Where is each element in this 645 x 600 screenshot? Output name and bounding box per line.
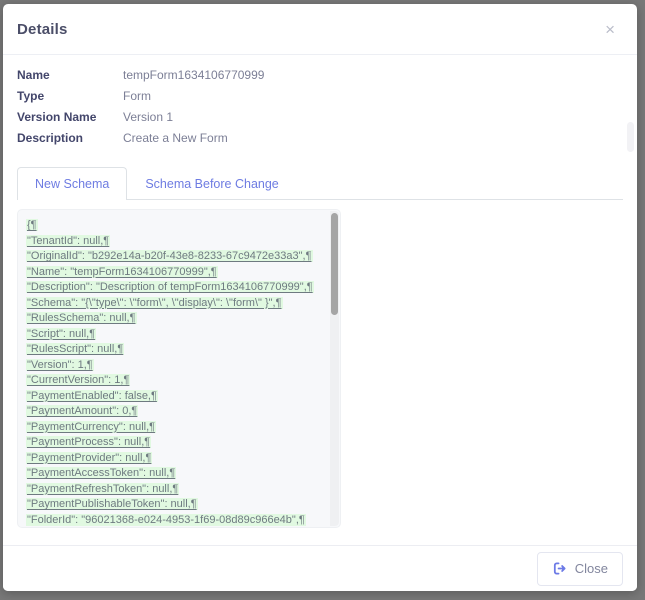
meta-row-type: Type Form	[17, 86, 623, 107]
close-button-label: Close	[575, 561, 608, 576]
meta-row-version-name: Version Name Version 1	[17, 107, 623, 128]
code-line: "CurrentVersion": 1,¶	[26, 373, 324, 389]
details-modal: Details × Name tempForm1634106770999 Typ…	[3, 4, 637, 591]
modal-footer: Close	[3, 545, 637, 591]
meta-value: Form	[123, 86, 623, 107]
meta-label: Name	[17, 65, 123, 86]
meta-value: Create a New Form	[123, 128, 623, 149]
meta-row-name: Name tempForm1634106770999	[17, 65, 623, 86]
close-icon[interactable]: ×	[601, 19, 619, 40]
code-line: "TenantId": null,¶	[26, 234, 324, 250]
code-line: {¶	[26, 218, 324, 234]
code-line: "Description": "Description of tempForm1…	[26, 280, 324, 296]
meta-value: tempForm1634106770999	[123, 65, 623, 86]
sign-out-icon	[552, 561, 567, 576]
schema-json-diff: {¶ "TenantId": null,¶ "OriginalId": "b29…	[18, 210, 340, 528]
code-scrollbar[interactable]	[330, 211, 339, 526]
code-line: "Version": 1,¶	[26, 358, 324, 374]
schema-code-panel: {¶ "TenantId": null,¶ "OriginalId": "b29…	[17, 209, 341, 528]
meta-label: Version Name	[17, 107, 123, 128]
code-line: "PaymentPublishableToken": null,¶	[26, 497, 324, 513]
code-line: "PaymentProvider": null,¶	[26, 451, 324, 467]
code-line: "OriginalId": "b292e14a-b20f-43e8-8233-6…	[26, 249, 324, 265]
page-backdrop: { "modal": { "title": "Details", "close_…	[0, 0, 645, 600]
code-scrollbar-thumb[interactable]	[331, 213, 338, 315]
modal-title: Details	[17, 21, 68, 38]
code-line: "Schema": "{\"type\": \"form\", \"displa…	[26, 296, 324, 312]
close-button[interactable]: Close	[537, 552, 623, 586]
code-line: "PaymentCurrency": null,¶	[26, 420, 324, 436]
meta-label: Type	[17, 86, 123, 107]
code-line: "RulesSchema": null,¶	[26, 311, 324, 327]
code-line: "PaymentEnabled": false,¶	[26, 389, 324, 405]
code-line: "PaymentRefreshToken": null,¶	[26, 482, 324, 498]
modal-header: Details ×	[3, 4, 637, 55]
code-line: "Script": null,¶	[26, 327, 324, 343]
code-line: "PaymentProcess": null,¶	[26, 435, 324, 451]
schema-tabs: New Schema Schema Before Change	[17, 167, 623, 200]
code-line: "FolderId": "96021368-e024-4953-1f69-08d…	[26, 513, 324, 529]
tab-new-schema[interactable]: New Schema	[17, 167, 127, 200]
meta-section: Name tempForm1634106770999 Type Form Ver…	[3, 55, 637, 149]
code-line: "RulesScript": null,¶	[26, 342, 324, 358]
code-line: "Name": "tempForm1634106770999",¶	[26, 265, 324, 281]
code-line: "PaymentAccessToken": null,¶	[26, 466, 324, 482]
meta-row-description: Description Create a New Form	[17, 128, 623, 149]
tab-schema-before-change[interactable]: Schema Before Change	[127, 167, 296, 200]
code-line: "PaymentAmount": 0,¶	[26, 404, 324, 420]
modal-scrollbar-thumb[interactable]	[627, 122, 634, 152]
meta-label: Description	[17, 128, 123, 149]
meta-value: Version 1	[123, 107, 623, 128]
